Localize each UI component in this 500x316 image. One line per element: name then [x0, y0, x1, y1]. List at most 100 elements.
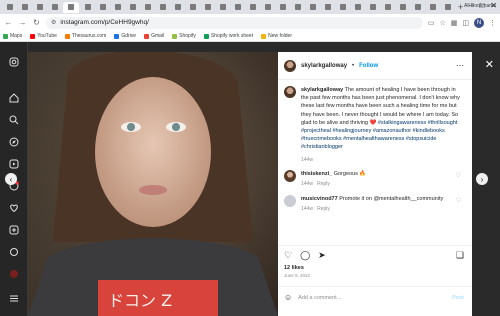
- tab-favicon-icon: [189, 4, 196, 10]
- bookmark-item[interactable]: New folder: [261, 33, 292, 39]
- comment-2-like-icon[interactable]: ♡: [456, 197, 461, 205]
- tab-favicon-icon: [51, 4, 58, 10]
- browser-tab[interactable]: [33, 2, 46, 13]
- browser-tab[interactable]: [3, 2, 16, 13]
- comment-2-reply[interactable]: Reply: [317, 206, 330, 212]
- browser-tab[interactable]: [201, 2, 214, 13]
- close-modal-icon[interactable]: ✕: [485, 58, 494, 71]
- browser-tab[interactable]: [366, 2, 379, 13]
- browser-tab[interactable]: [411, 2, 424, 13]
- tab-favicon-icon: [144, 4, 151, 10]
- caption-age: 144w: [301, 156, 313, 163]
- bookmark-favicon-icon: [172, 33, 178, 39]
- browser-tab[interactable]: [96, 2, 109, 13]
- add-comment-input[interactable]: Add a comment...: [298, 295, 341, 301]
- explore-icon[interactable]: [8, 136, 20, 148]
- bookmark-item[interactable]: Shopify work sheet: [203, 33, 253, 39]
- new-tab-icon[interactable]: +: [458, 2, 463, 12]
- menu-icon[interactable]: [8, 292, 20, 304]
- save-icon[interactable]: ❏: [456, 250, 464, 261]
- comment-1-avatar[interactable]: [284, 170, 296, 182]
- browser-tab[interactable]: [18, 2, 31, 13]
- profile-icon[interactable]: [8, 268, 20, 280]
- browser-tab[interactable]: [126, 2, 139, 13]
- comment-1-reply[interactable]: Reply: [317, 181, 330, 187]
- browser-tab[interactable]: [156, 2, 169, 13]
- comment-1-like-icon[interactable]: ♡: [456, 172, 461, 180]
- browser-tab[interactable]: [81, 2, 94, 13]
- search-icon[interactable]: [8, 114, 20, 126]
- bookmark-item[interactable]: YouTube: [30, 33, 57, 39]
- browser-tab[interactable]: [63, 1, 79, 13]
- back-icon[interactable]: ←: [4, 18, 13, 27]
- forward-icon[interactable]: →: [18, 18, 27, 27]
- site-info-icon[interactable]: ⚙: [51, 19, 56, 26]
- tab-favicon-icon: [84, 4, 91, 10]
- create-icon[interactable]: [8, 224, 20, 236]
- browser-menu-icon[interactable]: ⋮: [489, 19, 496, 27]
- tab-favicon-icon: [294, 4, 301, 10]
- bookmark-item[interactable]: Gdrive: [114, 33, 136, 39]
- browser-tab[interactable]: [381, 2, 394, 13]
- cast-icon[interactable]: ▭: [428, 19, 435, 27]
- browser-tab[interactable]: [441, 2, 454, 13]
- browser-tab[interactable]: [351, 2, 364, 13]
- sidepanel-icon[interactable]: ◫: [462, 19, 469, 27]
- comment-2-text: Promote it on @mentalhealth__community: [339, 196, 444, 202]
- emoji-icon[interactable]: ☺: [284, 293, 292, 302]
- browser-tab[interactable]: [111, 2, 124, 13]
- threads-icon[interactable]: [8, 246, 20, 258]
- browser-tab[interactable]: [186, 2, 199, 13]
- likes-count[interactable]: 12 likes: [284, 265, 304, 271]
- browser-tab[interactable]: [426, 2, 439, 13]
- follow-button[interactable]: Follow: [359, 63, 378, 69]
- browser-tab[interactable]: [261, 2, 274, 13]
- browser-tab[interactable]: [396, 2, 409, 13]
- bookmark-item[interactable]: Gmail: [144, 33, 164, 39]
- caption-avatar[interactable]: [284, 86, 296, 98]
- comment-2-username[interactable]: musicvinod77: [301, 196, 338, 202]
- post-photo[interactable]: ドコン Z: [28, 52, 278, 316]
- comment-icon[interactable]: ◯: [300, 250, 310, 261]
- comment-1-username[interactable]: thisiskenzi_: [301, 171, 332, 177]
- caption-username[interactable]: skylarkgalloway: [301, 87, 343, 93]
- comment-2-age: 144w: [301, 206, 313, 212]
- browser-tab[interactable]: [306, 2, 319, 13]
- browser-tab[interactable]: [276, 2, 289, 13]
- notifications-icon[interactable]: [8, 202, 20, 214]
- share-icon[interactable]: ➤: [318, 250, 326, 261]
- post-comment-button[interactable]: Post: [452, 295, 464, 301]
- author-avatar[interactable]: [284, 59, 296, 72]
- author-username[interactable]: skylarkgalloway: [301, 63, 347, 69]
- previous-post-icon[interactable]: ‹: [5, 173, 17, 185]
- browser-tab[interactable]: [216, 2, 229, 13]
- browser-tab[interactable]: [291, 2, 304, 13]
- browser-tab[interactable]: [321, 2, 334, 13]
- reload-icon[interactable]: ↻: [32, 18, 41, 27]
- all-bookmarks[interactable]: All Bookmarks: [464, 3, 496, 9]
- tab-favicon-icon: [159, 4, 166, 10]
- bookmark-star-icon[interactable]: ☆: [439, 19, 445, 27]
- bookmark-item[interactable]: Maps: [3, 33, 22, 39]
- instagram-logo-icon[interactable]: [8, 56, 20, 68]
- browser-tab[interactable]: [336, 2, 349, 13]
- svg-text:ドコン Z: ドコン Z: [108, 291, 172, 310]
- browser-tab[interactable]: [141, 2, 154, 13]
- browser-tab[interactable]: [246, 2, 259, 13]
- browser-tab[interactable]: [48, 2, 61, 13]
- bookmark-item[interactable]: Thesaurus.com: [64, 33, 106, 39]
- post-date: June 9, 2022: [284, 273, 311, 278]
- like-icon[interactable]: ♡: [284, 250, 292, 261]
- browser-tab[interactable]: [171, 2, 184, 13]
- address-bar[interactable]: ⚙ instagram.com/p/CeHH9gwhq/: [46, 16, 423, 29]
- tab-favicon-icon: [414, 4, 421, 10]
- browser-tab[interactable]: [231, 2, 244, 13]
- next-post-icon[interactable]: ›: [476, 173, 488, 185]
- comment-2-avatar[interactable]: [284, 195, 296, 207]
- profile-avatar[interactable]: N: [474, 17, 484, 28]
- home-icon[interactable]: [8, 92, 20, 104]
- reels-icon[interactable]: [8, 158, 20, 170]
- more-options-icon[interactable]: ⋯: [456, 61, 464, 70]
- extensions-icon[interactable]: ▦: [451, 19, 458, 27]
- bookmark-item[interactable]: Shopify: [172, 33, 196, 39]
